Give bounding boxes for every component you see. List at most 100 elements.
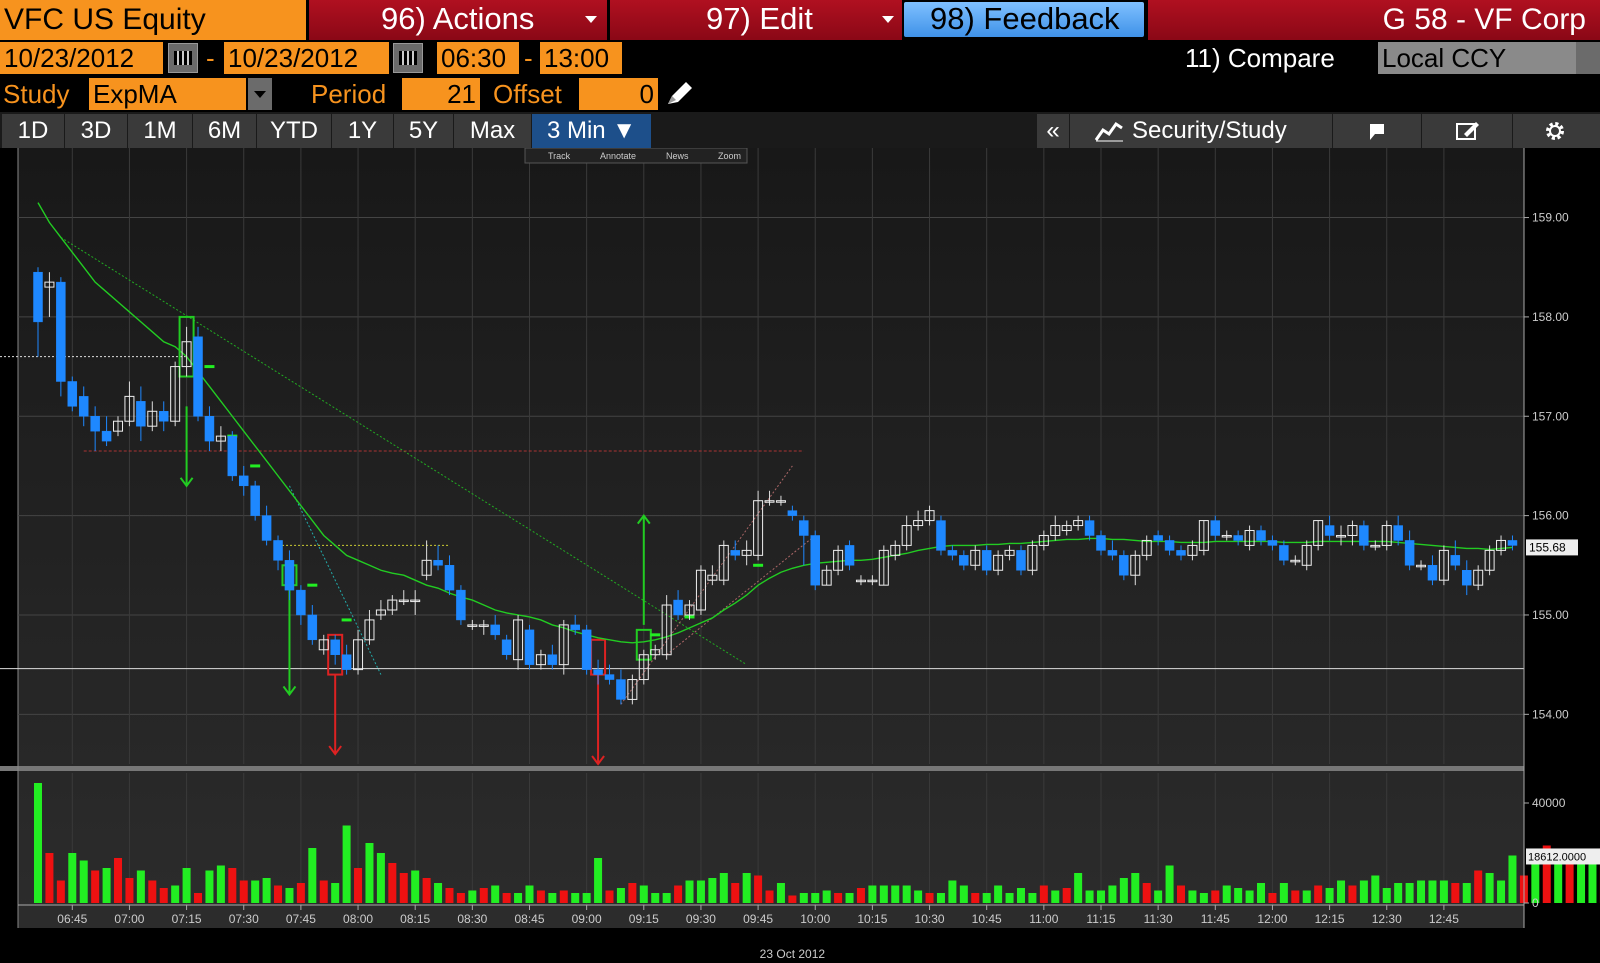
study-select[interactable]: ExpMA bbox=[89, 78, 246, 110]
volume-bar-down bbox=[765, 890, 774, 903]
volume-bar-down bbox=[159, 888, 168, 903]
volume-bar-up bbox=[285, 888, 294, 903]
candle-down bbox=[1324, 525, 1335, 536]
volume-bar-up bbox=[1485, 873, 1494, 903]
candle-down bbox=[1427, 565, 1438, 581]
volume-bar-up bbox=[1257, 883, 1266, 903]
pencil-icon[interactable] bbox=[664, 80, 694, 108]
candle-down bbox=[1210, 520, 1221, 536]
volume-bar-up bbox=[799, 893, 808, 903]
candle-down bbox=[1462, 570, 1472, 586]
security-study-button[interactable]: Security/Study bbox=[1070, 114, 1332, 148]
candle-down bbox=[307, 614, 318, 641]
settings-button[interactable] bbox=[1513, 114, 1600, 148]
tab-max[interactable]: Max bbox=[454, 114, 532, 148]
study-dropdown-button[interactable] bbox=[248, 78, 272, 110]
date-label: 23 Oct 2012 bbox=[760, 947, 826, 961]
tab-3d[interactable]: 3D bbox=[65, 114, 128, 148]
start-date-field[interactable]: 10/23/2012 bbox=[0, 42, 163, 74]
candle-down bbox=[1153, 535, 1163, 541]
volume-bar-up bbox=[331, 883, 340, 903]
edit-tool-button[interactable] bbox=[1422, 114, 1512, 148]
tab-1d[interactable]: 1D bbox=[2, 114, 65, 148]
volume-bar-up bbox=[308, 848, 317, 903]
calendar-icon[interactable] bbox=[168, 43, 198, 73]
price-tick-label: 159.00 bbox=[1532, 211, 1569, 225]
volume-bar-up bbox=[205, 870, 214, 903]
candle-down bbox=[1107, 550, 1118, 556]
calendar-icon[interactable] bbox=[393, 43, 423, 73]
candle-down bbox=[341, 654, 352, 670]
volume-bar-down bbox=[674, 885, 683, 903]
candle-down bbox=[204, 416, 215, 442]
price-chart[interactable]: 159.00 158.00 157.00 156.00 155.00 154.00 06:4… bbox=[0, 148, 1600, 963]
price-tick-label: 155.00 bbox=[1532, 608, 1569, 622]
volume-bar-down bbox=[1268, 893, 1277, 903]
volume-bar-down bbox=[125, 878, 134, 903]
volume-bar-up bbox=[1119, 878, 1128, 903]
volume-bar-down bbox=[628, 883, 637, 903]
chevron-down-icon bbox=[882, 16, 894, 23]
volume-bar-up bbox=[822, 890, 831, 903]
mini-tool-zoom[interactable]: Zoom bbox=[718, 151, 741, 161]
volume-bar-up bbox=[776, 883, 785, 903]
mini-tool-news[interactable]: News bbox=[666, 151, 689, 161]
tab-ytd[interactable]: YTD bbox=[257, 114, 332, 148]
volume-bar-up bbox=[1371, 875, 1380, 903]
collapse-button[interactable]: « bbox=[1037, 114, 1069, 148]
candle-down bbox=[673, 599, 683, 616]
actions-menu-label: 96) Actions bbox=[381, 1, 535, 36]
security-name: G 58 - VF Corp bbox=[1148, 0, 1600, 40]
candle-down bbox=[1507, 540, 1518, 546]
volume-bar-down bbox=[274, 885, 283, 903]
tab-6m[interactable]: 6M bbox=[193, 114, 257, 148]
actions-menu[interactable]: 96) Actions bbox=[309, 0, 607, 40]
candle-down bbox=[261, 515, 272, 541]
start-time-field[interactable]: 06:30 bbox=[437, 42, 519, 74]
price-tick-label: 158.00 bbox=[1532, 310, 1569, 324]
edit-menu[interactable]: 97) Edit bbox=[610, 0, 902, 40]
tab-5y[interactable]: 5Y bbox=[394, 114, 454, 148]
volume-bar-up bbox=[1359, 880, 1368, 903]
volume-bar-up bbox=[742, 873, 751, 903]
mini-tool-annotate[interactable]: Annotate bbox=[600, 151, 636, 161]
annotate-tool-button[interactable] bbox=[1333, 114, 1421, 148]
candle-down bbox=[1256, 530, 1266, 541]
compare-button[interactable]: 11) Compare bbox=[1185, 42, 1335, 74]
ticker-label[interactable]: VFC US Equity bbox=[0, 0, 306, 40]
volume-bar-up bbox=[1279, 883, 1288, 903]
offset-field[interactable]: 0 bbox=[579, 78, 658, 110]
volume-bar-up bbox=[959, 885, 968, 903]
volume-bar-up bbox=[914, 890, 923, 903]
end-date-field[interactable]: 10/23/2012 bbox=[224, 42, 389, 74]
volume-bar-up bbox=[1188, 890, 1197, 903]
end-time-field[interactable]: 13:00 bbox=[540, 42, 622, 74]
currency-dropdown-button[interactable] bbox=[1576, 42, 1600, 74]
candle-down bbox=[1119, 555, 1129, 576]
volume-bar-up bbox=[1131, 873, 1140, 903]
candle-down bbox=[433, 560, 443, 566]
feedback-label: 98) Feedback bbox=[930, 1, 1120, 36]
time-tick-label: 09:45 bbox=[743, 912, 773, 926]
volume-bar-up bbox=[902, 885, 911, 903]
interval-select[interactable]: 3 Min ▼ bbox=[532, 114, 652, 148]
tab-1y[interactable]: 1Y bbox=[332, 114, 394, 148]
volume-bar-up bbox=[994, 885, 1003, 903]
candle-down bbox=[1176, 550, 1186, 556]
tab-1m[interactable]: 1M bbox=[128, 114, 193, 148]
volume-bar-up bbox=[651, 893, 660, 903]
volume-bar-down bbox=[56, 880, 65, 903]
currency-select[interactable]: Local CCY bbox=[1378, 42, 1576, 74]
volume-bar-up bbox=[868, 885, 877, 903]
offset-label: Offset bbox=[493, 79, 562, 109]
feedback-button[interactable]: 98) Feedback bbox=[904, 2, 1144, 37]
volume-bar-up bbox=[948, 880, 957, 903]
volume-bar-up bbox=[525, 885, 534, 903]
last-price-label: 155.68 bbox=[1529, 540, 1566, 554]
flag-icon bbox=[1370, 124, 1384, 140]
candle-down bbox=[330, 639, 340, 655]
volume-bar-up bbox=[216, 865, 225, 903]
candle-down bbox=[1279, 545, 1289, 561]
mini-tool-track[interactable]: Track bbox=[548, 151, 571, 161]
period-field[interactable]: 21 bbox=[402, 78, 480, 110]
